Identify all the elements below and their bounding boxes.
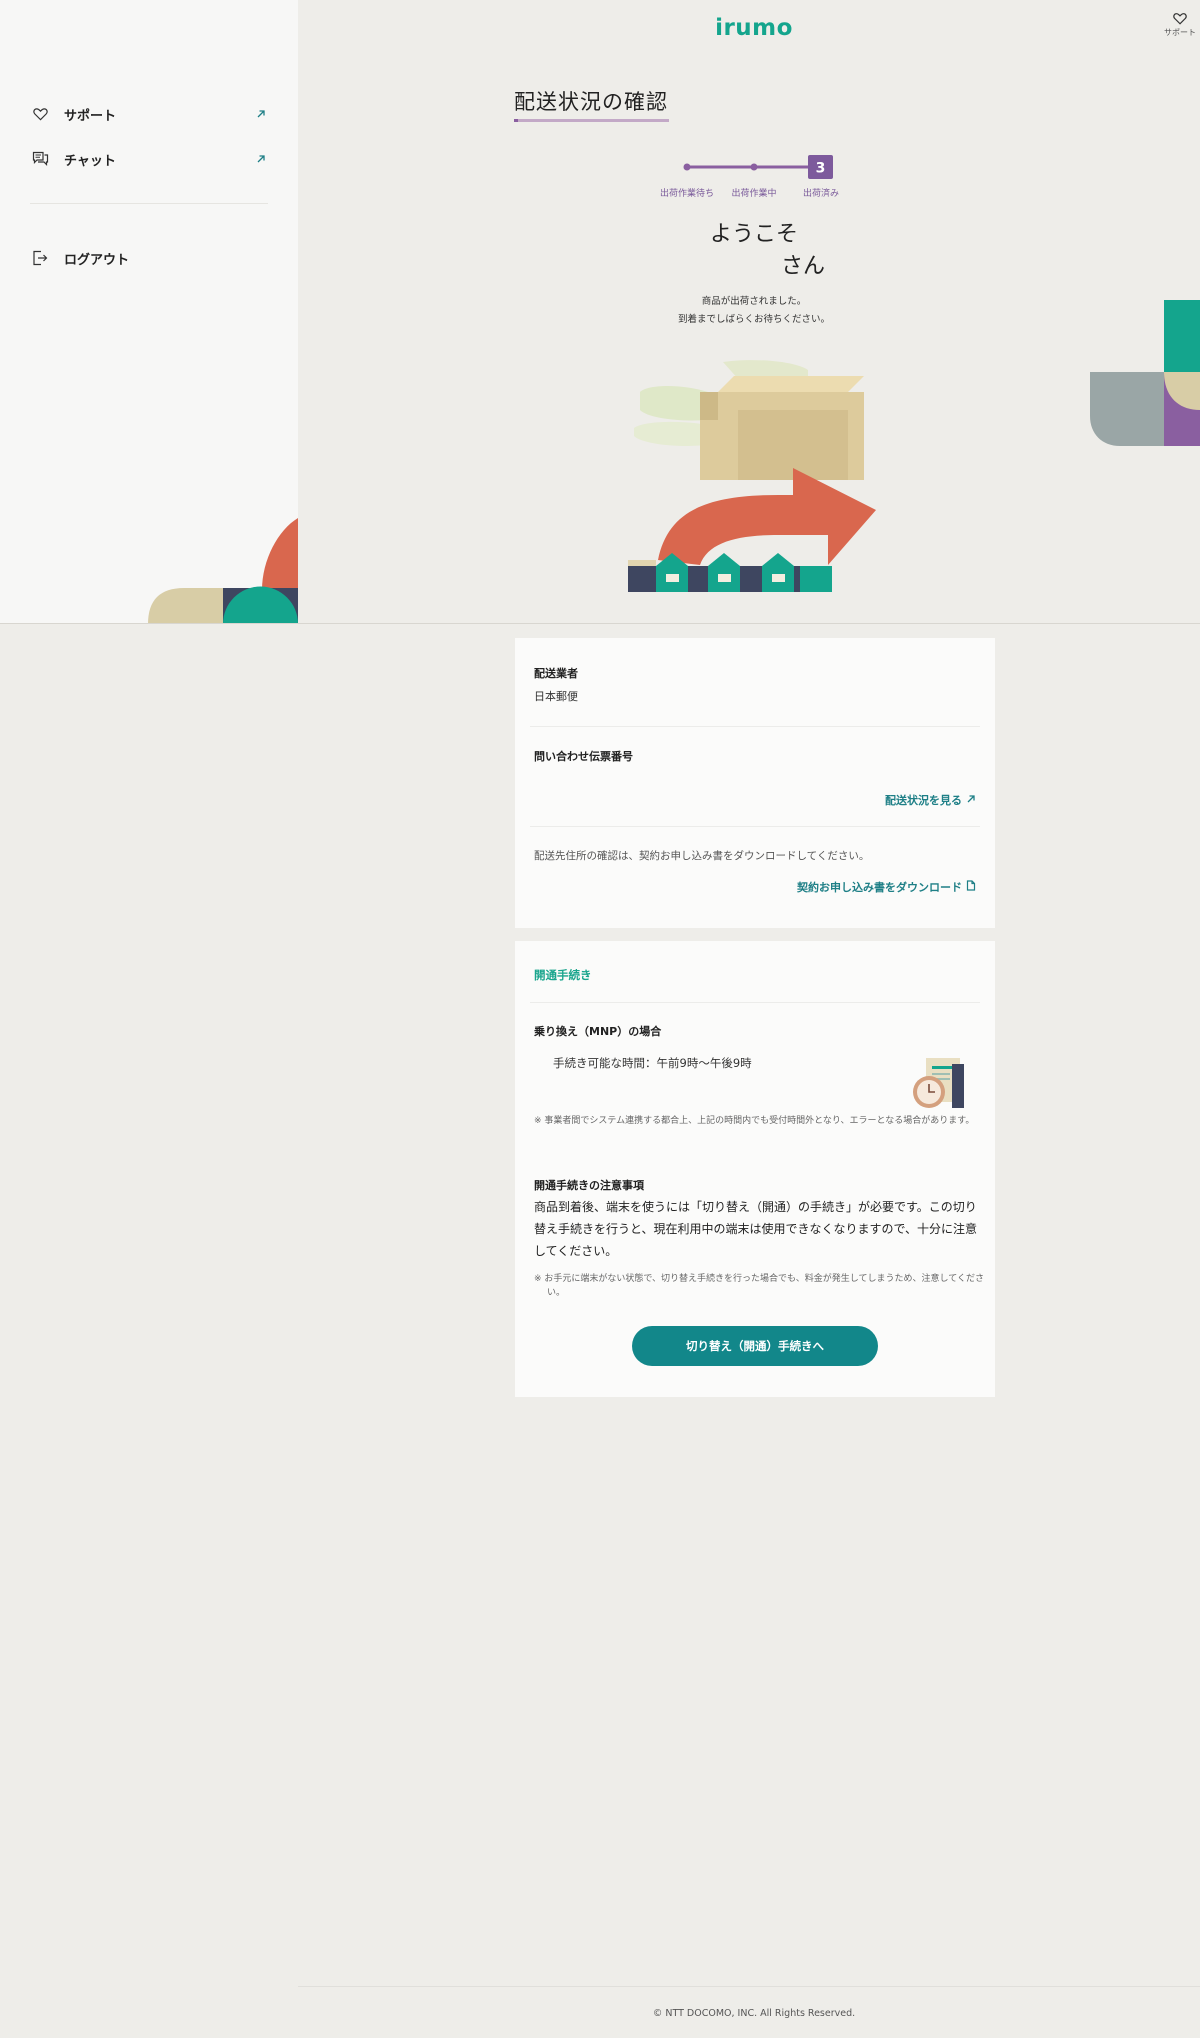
sidebar-item-logout[interactable]: ログアウト (30, 244, 268, 272)
sidebar-item-label: サポート (64, 108, 117, 124)
caution-note: ※ お手元に端末がない状態で、切り替え手続きを行った場合でも、料金が発生してしま… (534, 1274, 984, 1298)
carrier-value: 日本郵便 (534, 690, 578, 703)
step-label-shipped: 出荷済み (802, 189, 840, 199)
available-time: 手続き可能な時間：午前9時〜午後9時 (553, 1056, 752, 1070)
sidebar-nav: サポート チャット ログアウト (30, 100, 268, 289)
step-dot-1 (683, 163, 691, 171)
mnp-note: ※ 事業者間でシステム連携する都合上、上記の時間内でも受付時間外となり、エラーと… (534, 1116, 975, 1126)
address-note: 配送先住所の確認は、契約お申し込み書をダウンロードしてください。 (534, 850, 870, 862)
heart-icon (30, 104, 50, 124)
mnp-title: 乗り換え（MNP）の場合 (534, 1025, 662, 1038)
title-underline (514, 119, 669, 122)
document-icon (966, 880, 976, 894)
shipping-message-line1: 商品が出荷されました。 (701, 296, 807, 307)
download-link-label: 契約お申し込み書をダウンロード (797, 881, 962, 894)
logout-icon (30, 248, 50, 268)
sidebar-item-support[interactable]: サポート (30, 100, 268, 128)
header-support-label: サポート (1164, 28, 1196, 37)
step-label-in-progress: 出荷作業中 (731, 189, 777, 199)
welcome-name-suffix: さん (781, 254, 826, 279)
card-divider (530, 726, 980, 727)
carrier-label: 配送業者 (534, 667, 578, 680)
step-dot-2 (750, 163, 758, 171)
sidebar-item-label: チャット (64, 153, 116, 169)
page-title: 配送状況の確認 (514, 90, 668, 114)
clock-document-icon (913, 1058, 964, 1108)
card-divider (530, 826, 980, 827)
external-link-icon (254, 152, 268, 166)
caution-title: 開通手続きの注意事項 (534, 1179, 644, 1192)
external-link-icon (966, 794, 976, 807)
sidebar: サポート チャット ログアウト (0, 0, 298, 624)
welcome-heading: ようこそ (710, 222, 799, 247)
activation-card: 開通手続き 乗り換え（MNP）の場合 手続き可能な時間：午前9時〜午後9時 ※ … (515, 941, 995, 1397)
irumo-logo[interactable]: irumo (712, 14, 796, 42)
right-decoration (1090, 300, 1200, 446)
footer-divider (298, 1986, 1200, 1987)
caution-body: 商品到着後、端末を使うには「切り替え（開通）の手続き」が必要です。この切り替え手… (534, 1200, 978, 1258)
tracking-link-label: 配送状況を見る (885, 794, 962, 807)
header-support-button[interactable]: サポート (1162, 12, 1198, 38)
tracking-label: 問い合わせ伝票番号 (534, 750, 633, 763)
logo-text: irumo (715, 15, 793, 41)
step-number: 3 (816, 161, 826, 177)
copyright: © NTT DOCOMO, INC. All Rights Reserved. (652, 2008, 856, 2019)
heart-icon (1173, 13, 1187, 25)
shipping-illustration (628, 360, 876, 592)
activation-procedure-button[interactable]: 切り替え（開通）手続きへ (632, 1326, 878, 1366)
steps-track: 3 (683, 155, 833, 179)
sidebar-divider (30, 203, 268, 204)
step-label-waiting: 出荷作業待ち (659, 189, 715, 199)
sidebar-decoration (148, 518, 298, 624)
chat-icon (30, 149, 50, 169)
card-divider (530, 1002, 980, 1003)
shipping-message: 商品が出荷されました。 到着までしばらくお待ちください。 (650, 293, 858, 329)
tracking-status-link[interactable]: 配送状況を見る (885, 792, 976, 808)
progress-steps: 3 出荷作業待ち 出荷作業中 出荷済み (655, 152, 845, 202)
sidebar-item-chat[interactable]: チャット (30, 145, 268, 173)
download-application-link[interactable]: 契約お申し込み書をダウンロード (797, 879, 976, 895)
external-link-icon (254, 107, 268, 121)
hero-divider (0, 623, 1200, 624)
activation-section-title: 開通手続き (534, 968, 592, 982)
sidebar-item-label: ログアウト (64, 252, 130, 268)
shipping-info-card: 配送業者 日本郵便 問い合わせ伝票番号 配送状況を見る 配送先住所の確認は、契約… (515, 638, 995, 928)
shipping-message-line2: 到着までしばらくお待ちください。 (677, 314, 830, 325)
